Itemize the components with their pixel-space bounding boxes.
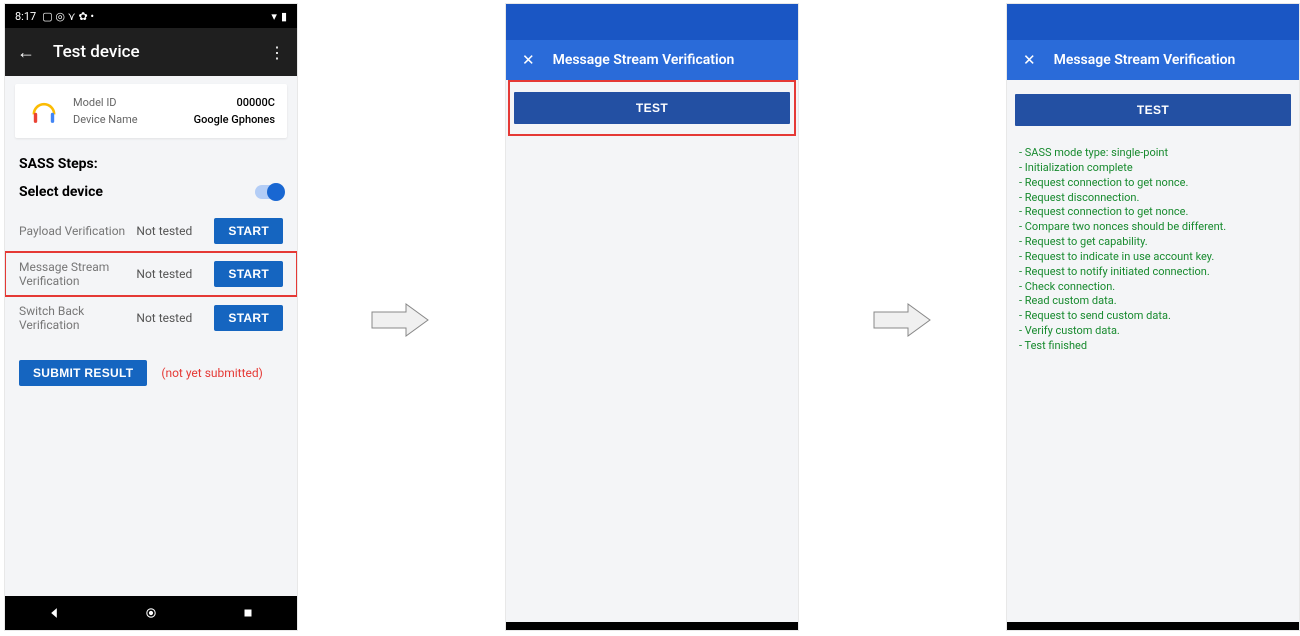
row-message-stream-verification: Message Stream Verification Not tested S… — [5, 252, 297, 296]
back-icon[interactable]: ← — [17, 42, 35, 63]
phone-test-device: 8:17 ▢ ◎ ⋎ ✿ • ▾ ▮ ← Test device ⋮ Model… — [5, 4, 297, 630]
row-switch-back-verification: Switch Back Verification Not tested STAR… — [5, 296, 297, 340]
nav-home-icon[interactable] — [144, 606, 158, 620]
more-icon[interactable]: ⋮ — [269, 43, 285, 62]
page-title: Test device — [53, 42, 140, 62]
status-icons: ▢ ◎ ⋎ ✿ • — [42, 10, 94, 23]
blue-header-top — [1007, 4, 1299, 40]
log-line: - Request to notify initiated connection… — [1019, 265, 1287, 280]
screen-title: Message Stream Verification — [553, 52, 735, 68]
test-status: Not tested — [136, 224, 206, 238]
log-line: - Check connection. — [1019, 280, 1287, 295]
test-name: Message Stream Verification — [19, 260, 128, 288]
select-device-toggle[interactable] — [255, 185, 283, 199]
blue-header-top — [506, 4, 798, 40]
test-log: - SASS mode type: single-point - Initial… — [1007, 140, 1299, 360]
select-device-label: Select device — [19, 184, 103, 200]
test-status: Not tested — [136, 267, 206, 281]
submit-result-button[interactable]: SUBMIT RESULT — [19, 360, 147, 386]
log-line: - SASS mode type: single-point — [1019, 146, 1287, 161]
bottom-bar — [506, 622, 798, 630]
bottom-bar — [1007, 622, 1299, 630]
model-id-value: 00000C — [237, 96, 275, 109]
close-icon[interactable]: ✕ — [1023, 51, 1036, 69]
screen-title: Message Stream Verification — [1054, 52, 1236, 68]
model-id-label: Model ID — [73, 96, 117, 109]
log-line: - Compare two nonces should be different… — [1019, 220, 1287, 235]
start-button[interactable]: START — [214, 218, 283, 244]
log-line: - Request to indicate in use account key… — [1019, 250, 1287, 265]
log-line: - Request connection to get nonce. — [1019, 205, 1287, 220]
start-button[interactable]: START — [214, 261, 283, 287]
arrow-icon — [370, 300, 430, 340]
log-line: - Request to get capability. — [1019, 235, 1287, 250]
test-button-highlight: TEST — [508, 80, 796, 136]
log-line: - Request to send custom data. — [1019, 309, 1287, 324]
log-line: - Read custom data. — [1019, 294, 1287, 309]
arrow-icon — [872, 300, 932, 340]
test-button[interactable]: TEST — [514, 92, 790, 124]
android-nav-bar — [5, 596, 297, 630]
app-bar: ← Test device ⋮ — [5, 28, 297, 76]
log-line: - Request disconnection. — [1019, 191, 1287, 206]
status-bar: 8:17 ▢ ◎ ⋎ ✿ • ▾ ▮ — [5, 4, 297, 28]
close-icon[interactable]: ✕ — [522, 51, 535, 69]
log-line: - Initialization complete — [1019, 161, 1287, 176]
row-payload-verification: Payload Verification Not tested START — [5, 210, 297, 252]
phone-msv-empty: ✕ Message Stream Verification TEST — [506, 4, 798, 630]
test-status: Not tested — [136, 311, 206, 325]
sass-steps-title: SASS Steps: — [19, 156, 283, 172]
status-time: 8:17 — [15, 10, 36, 23]
test-button-wrap: TEST — [1007, 80, 1299, 140]
log-line: - Verify custom data. — [1019, 324, 1287, 339]
test-name: Payload Verification — [19, 224, 128, 238]
battery-icon: ▮ — [281, 10, 287, 23]
device-name-value: Google Gphones — [194, 113, 275, 126]
blue-header: ✕ Message Stream Verification — [1007, 40, 1299, 80]
nav-back-icon[interactable] — [47, 606, 61, 620]
log-line: - Request connection to get nonce. — [1019, 176, 1287, 191]
test-name: Switch Back Verification — [19, 304, 128, 332]
phone-msv-results: ✕ Message Stream Verification TEST - SAS… — [1007, 4, 1299, 630]
submit-status: (not yet submitted) — [161, 366, 263, 380]
log-line: - Test finished — [1019, 339, 1287, 354]
device-card: Model ID 00000C Device Name Google Gphon… — [15, 84, 287, 138]
device-name-label: Device Name — [73, 113, 138, 126]
wifi-icon: ▾ — [271, 10, 277, 23]
test-button[interactable]: TEST — [1015, 94, 1291, 126]
headphones-icon — [27, 94, 61, 128]
start-button[interactable]: START — [214, 305, 283, 331]
nav-recent-icon[interactable] — [241, 606, 255, 620]
blue-header: ✕ Message Stream Verification — [506, 40, 798, 80]
